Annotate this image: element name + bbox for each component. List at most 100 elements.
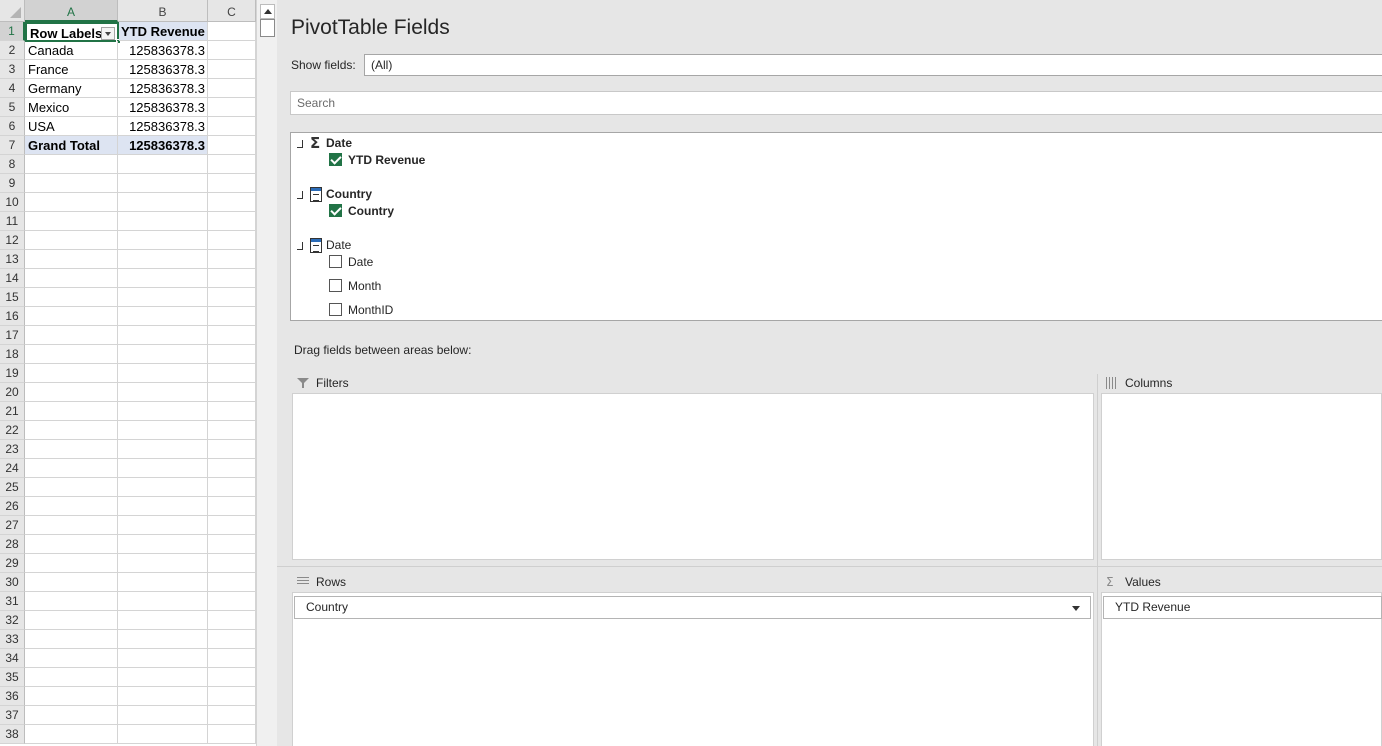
row-header[interactable]: 15 — [0, 288, 25, 307]
empty-cell[interactable] — [118, 687, 208, 706]
row-header[interactable]: 1 — [0, 22, 25, 41]
empty-cell[interactable] — [25, 231, 118, 250]
empty-cell[interactable] — [208, 41, 256, 60]
empty-cell[interactable] — [25, 288, 118, 307]
empty-cell[interactable] — [25, 307, 118, 326]
column-header-c[interactable]: C — [208, 0, 256, 22]
empty-cell[interactable] — [208, 193, 256, 212]
empty-cell[interactable] — [208, 22, 256, 41]
empty-cell[interactable] — [118, 326, 208, 345]
row-header[interactable]: 25 — [0, 478, 25, 497]
empty-cell[interactable] — [118, 288, 208, 307]
empty-cell[interactable] — [118, 497, 208, 516]
field-search-input[interactable]: Search — [290, 91, 1382, 115]
empty-cell[interactable] — [118, 592, 208, 611]
empty-cell[interactable] — [208, 288, 256, 307]
pivot-row-value[interactable]: 125836378.3 — [118, 60, 208, 79]
pivot-row-value[interactable]: 125836378.3 — [118, 98, 208, 117]
empty-cell[interactable] — [25, 687, 118, 706]
row-header[interactable]: 14 — [0, 269, 25, 288]
row-header[interactable]: 38 — [0, 725, 25, 744]
empty-cell[interactable] — [118, 307, 208, 326]
empty-cell[interactable] — [208, 421, 256, 440]
empty-cell[interactable] — [118, 231, 208, 250]
scroll-up-icon[interactable] — [260, 4, 275, 19]
empty-cell[interactable] — [118, 440, 208, 459]
empty-cell[interactable] — [25, 516, 118, 535]
empty-cell[interactable] — [118, 516, 208, 535]
row-header[interactable]: 2 — [0, 41, 25, 60]
pivot-row-label[interactable]: France — [25, 60, 118, 79]
pivot-grand-total-value[interactable]: 125836378.3 — [118, 136, 208, 155]
row-header[interactable]: 11 — [0, 212, 25, 231]
empty-cell[interactable] — [208, 155, 256, 174]
empty-cell[interactable] — [208, 345, 256, 364]
empty-cell[interactable] — [25, 706, 118, 725]
empty-cell[interactable] — [208, 535, 256, 554]
row-header[interactable]: 18 — [0, 345, 25, 364]
field-checkbox[interactable] — [329, 279, 342, 293]
empty-cell[interactable] — [25, 269, 118, 288]
row-header[interactable]: 29 — [0, 554, 25, 573]
empty-cell[interactable] — [25, 725, 118, 744]
empty-cell[interactable] — [208, 269, 256, 288]
empty-cell[interactable] — [118, 193, 208, 212]
row-header[interactable]: 3 — [0, 60, 25, 79]
empty-cell[interactable] — [208, 364, 256, 383]
row-header[interactable]: 6 — [0, 117, 25, 136]
field-date[interactable]: Date — [329, 253, 373, 271]
empty-cell[interactable] — [25, 611, 118, 630]
row-labels-filter-dropdown-icon[interactable] — [101, 27, 115, 40]
empty-cell[interactable] — [25, 554, 118, 573]
row-header[interactable]: 22 — [0, 421, 25, 440]
empty-cell[interactable] — [208, 573, 256, 592]
table-node-date-measures[interactable]: Σ Date — [297, 134, 352, 152]
row-header[interactable]: 24 — [0, 459, 25, 478]
empty-cell[interactable] — [118, 573, 208, 592]
empty-cell[interactable] — [118, 174, 208, 193]
empty-cell[interactable] — [118, 402, 208, 421]
pivot-row-value[interactable]: 125836378.3 — [118, 79, 208, 98]
chevron-down-icon[interactable] — [1072, 606, 1080, 611]
row-header[interactable]: 33 — [0, 630, 25, 649]
row-header[interactable]: 37 — [0, 706, 25, 725]
empty-cell[interactable] — [25, 250, 118, 269]
empty-cell[interactable] — [25, 649, 118, 668]
row-header[interactable]: 20 — [0, 383, 25, 402]
empty-cell[interactable] — [25, 383, 118, 402]
empty-cell[interactable] — [25, 497, 118, 516]
row-header[interactable]: 7 — [0, 136, 25, 155]
field-checkbox[interactable] — [329, 153, 342, 167]
spreadsheet-grid[interactable]: A B C 1 2 3 4 5 6 7 8 9 10 11 12 13 14 15 16 17 18 19 20 21 2… — [0, 0, 256, 746]
empty-cell[interactable] — [118, 706, 208, 725]
row-header[interactable]: 4 — [0, 79, 25, 98]
rows-field-pill[interactable]: Country — [294, 596, 1091, 619]
empty-cell[interactable] — [118, 725, 208, 744]
empty-cell[interactable] — [118, 345, 208, 364]
empty-cell[interactable] — [118, 364, 208, 383]
empty-cell[interactable] — [208, 174, 256, 193]
empty-cell[interactable] — [118, 459, 208, 478]
row-header[interactable]: 19 — [0, 364, 25, 383]
empty-cell[interactable] — [118, 383, 208, 402]
row-header[interactable]: 28 — [0, 535, 25, 554]
field-month[interactable]: Month — [329, 277, 381, 295]
row-header[interactable]: 13 — [0, 250, 25, 269]
row-header[interactable]: 16 — [0, 307, 25, 326]
row-header[interactable]: 9 — [0, 174, 25, 193]
row-header[interactable]: 34 — [0, 649, 25, 668]
empty-cell[interactable] — [118, 535, 208, 554]
filters-drop-zone[interactable] — [292, 393, 1094, 560]
row-header[interactable]: 26 — [0, 497, 25, 516]
empty-cell[interactable] — [118, 250, 208, 269]
pivot-grand-total-label[interactable]: Grand Total — [25, 136, 118, 155]
empty-cell[interactable] — [118, 155, 208, 174]
collapse-icon[interactable] — [297, 190, 305, 199]
empty-cell[interactable] — [25, 345, 118, 364]
empty-cell[interactable] — [208, 231, 256, 250]
field-checkbox[interactable] — [329, 303, 342, 317]
empty-cell[interactable] — [208, 592, 256, 611]
empty-cell[interactable] — [118, 421, 208, 440]
row-header[interactable]: 10 — [0, 193, 25, 212]
collapse-icon[interactable] — [297, 241, 305, 250]
